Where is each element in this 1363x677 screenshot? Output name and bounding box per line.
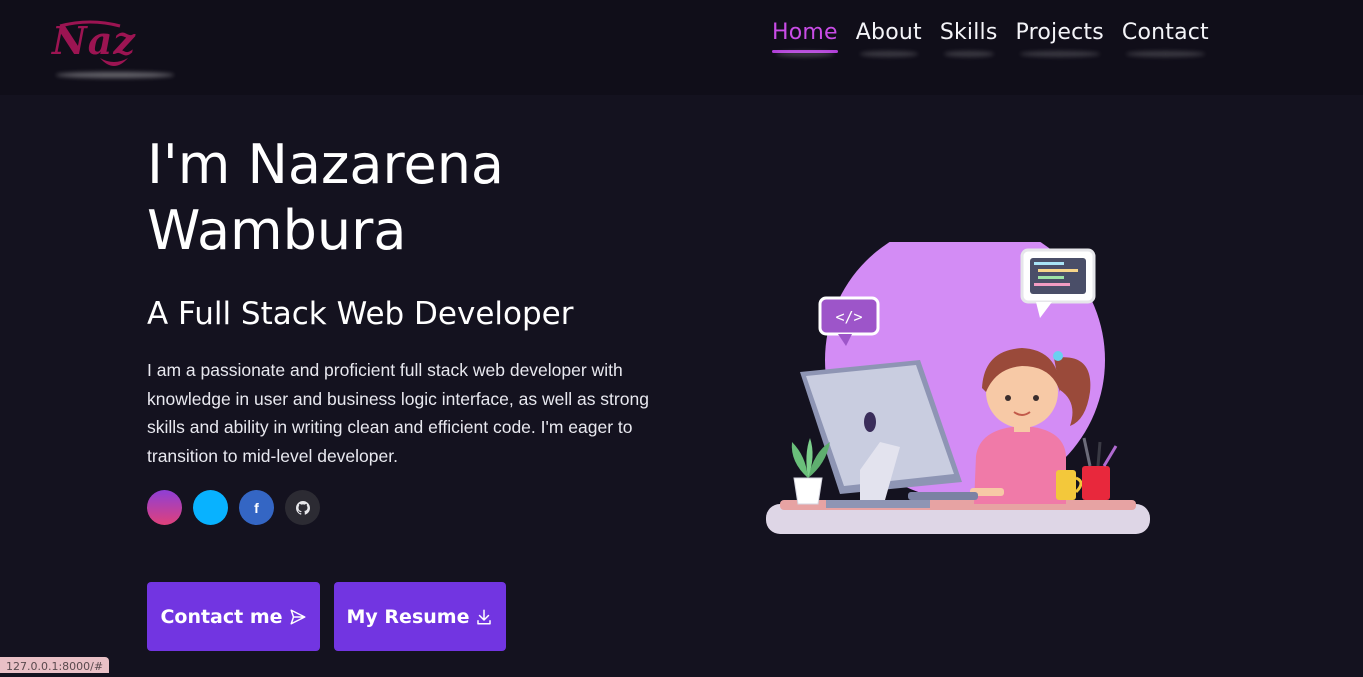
github-icon[interactable] <box>285 490 320 525</box>
code-bubble-text: </> <box>835 308 862 326</box>
logo[interactable]: Naz <box>50 14 180 76</box>
facebook-glyph: f <box>254 499 259 516</box>
hero-title-line-2: Wambura <box>147 199 407 262</box>
nav-link-projects[interactable]: Projects <box>1016 20 1104 55</box>
keyboard <box>908 492 978 500</box>
facebook-icon[interactable]: f <box>239 490 274 525</box>
plant <box>791 438 830 505</box>
send-icon <box>290 609 306 624</box>
navbar: Naz Home About Skills Projects Contact <box>0 0 1363 95</box>
nav-link-home[interactable]: Home <box>772 20 838 55</box>
contact-me-label: Contact me <box>160 605 283 628</box>
active-underline <box>772 50 838 53</box>
nav-link-about[interactable]: About <box>856 20 922 55</box>
instagram-icon[interactable] <box>147 490 182 525</box>
hero-subtitle: A Full Stack Web Developer <box>147 296 574 332</box>
nav-link-contact[interactable]: Contact <box>1122 20 1209 55</box>
download-icon <box>477 609 492 624</box>
social-links: f <box>147 490 320 525</box>
nav-link-label: Skills <box>939 20 998 45</box>
github-glyph <box>295 500 310 515</box>
nav-link-label: Projects <box>1015 20 1104 45</box>
nav-link-skills[interactable]: Skills <box>940 20 998 55</box>
twitter-icon[interactable] <box>193 490 228 525</box>
contact-me-button[interactable]: Contact me <box>147 582 320 651</box>
my-resume-button[interactable]: My Resume <box>334 582 506 651</box>
hero-title: I'm Nazarena Wambura <box>147 132 667 264</box>
main-nav: Home About Skills Projects Contact <box>772 20 1209 55</box>
developer-illustration: </> <box>766 242 1150 534</box>
nav-link-label: About <box>855 20 922 45</box>
my-resume-label: My Resume <box>346 605 470 628</box>
nav-link-label: Home <box>772 20 838 45</box>
nav-link-label: Contact <box>1121 20 1209 45</box>
hero-description: I am a passionate and proficient full st… <box>147 360 649 466</box>
logo-shadow <box>56 72 174 78</box>
hero-title-line-1: I'm Nazarena <box>147 133 505 196</box>
